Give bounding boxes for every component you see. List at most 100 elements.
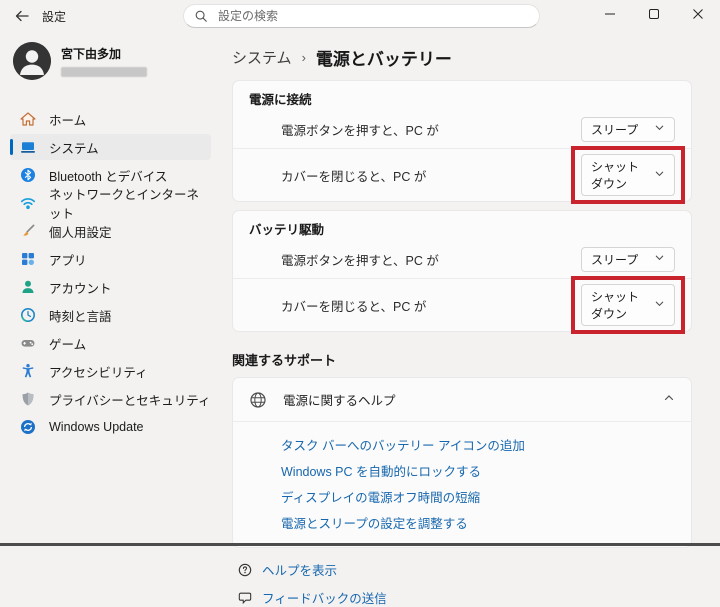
sidebar-item-label: Windows Update: [49, 420, 144, 434]
power-help-expander[interactable]: 電源に関するヘルプ: [233, 378, 691, 421]
sidebar-item-label: ホーム: [49, 110, 86, 129]
red-highlight-box: シャットダウン: [571, 276, 685, 334]
power-button-row-battery: 電源ボタンを押すと、PC が スリープ: [233, 240, 691, 278]
plugged-in-title: 電源に接続: [233, 81, 691, 110]
link-auto-lock-pc[interactable]: Windows PC を自動的にロックする: [281, 457, 675, 483]
sidebar-item-label: 時刻と言語: [49, 306, 112, 325]
system-icon: [20, 139, 36, 155]
get-help-icon: [238, 563, 252, 577]
accessibility-icon: [20, 363, 36, 379]
search-icon: [194, 9, 208, 23]
row-label: カバーを閉じると、PC が: [281, 296, 426, 315]
send-feedback-link[interactable]: フィードバックの送信: [262, 588, 387, 607]
lid-close-action-dropdown-battery[interactable]: シャットダウン: [581, 284, 675, 326]
chevron-down-icon: [654, 298, 665, 312]
sidebar-item-accessibility[interactable]: アクセシビリティ: [10, 358, 211, 384]
dropdown-value: シャットダウン: [591, 158, 644, 192]
feedback-icon: [238, 591, 252, 605]
page-footer: ヘルプを表示 フィードバックの送信: [232, 560, 692, 607]
on-battery-card: バッテリ駆動 電源ボタンを押すと、PC が スリープ カバーを閉じると、PC が…: [232, 210, 692, 332]
personalization-icon: [20, 223, 36, 239]
network-icon: [20, 195, 36, 211]
maximize-button[interactable]: [632, 0, 676, 32]
titlebar: 設定: [0, 0, 720, 32]
on-battery-title: バッテリ駆動: [233, 211, 691, 240]
sidebar: 宮下由多加 ホーム システム Bluetooth とデバイス ネットワークとイン…: [0, 32, 221, 546]
sidebar-item-label: 個人用設定: [49, 222, 112, 241]
get-help-link[interactable]: ヘルプを表示: [262, 560, 337, 579]
breadcrumb: システム › 電源とバッテリー: [232, 46, 720, 68]
bluetooth-icon: [20, 167, 36, 183]
settings-content: 電源に接続 電源ボタンを押すと、PC が スリープ カバーを閉じると、PC が …: [232, 80, 692, 607]
get-help-row: ヘルプを表示: [238, 560, 692, 579]
sidebar-item-personalization[interactable]: 個人用設定: [10, 218, 211, 244]
back-button[interactable]: [8, 4, 36, 28]
link-shorten-display-off[interactable]: ディスプレイの電源オフ時間の短縮: [281, 483, 675, 509]
search-input[interactable]: [216, 8, 529, 24]
red-highlight-box: シャットダウン: [571, 146, 685, 204]
lid-close-row-battery: カバーを閉じると、PC が シャットダウン: [233, 278, 691, 331]
close-button[interactable]: [676, 0, 720, 32]
sidebar-item-privacy-security[interactable]: プライバシーとセキュリティ: [10, 386, 211, 412]
support-links: タスク バーへのバッテリー アイコンの追加 Windows PC を自動的にロッ…: [233, 421, 691, 547]
lid-close-row: カバーを閉じると、PC が シャットダウン: [233, 148, 691, 201]
gaming-icon: [20, 335, 36, 351]
sidebar-item-gaming[interactable]: ゲーム: [10, 330, 211, 356]
sidebar-item-system[interactable]: システム: [10, 134, 211, 160]
minimize-icon: [604, 7, 616, 25]
sidebar-item-label: ゲーム: [49, 334, 86, 353]
sidebar-item-home[interactable]: ホーム: [10, 106, 211, 132]
chevron-down-icon: [654, 122, 665, 136]
page-title: 電源とバッテリー: [316, 45, 452, 70]
sidebar-item-windows-update[interactable]: Windows Update: [10, 414, 211, 440]
sidebar-item-time-language[interactable]: 時刻と言語: [10, 302, 211, 328]
row-label: 電源ボタンを押すと、PC が: [281, 250, 439, 269]
related-support-card: 電源に関するヘルプ タスク バーへのバッテリー アイコンの追加 Windows …: [232, 377, 692, 548]
profile-block[interactable]: 宮下由多加: [13, 42, 221, 80]
search-box[interactable]: [183, 4, 540, 28]
chevron-down-icon: [654, 168, 665, 182]
dropdown-value: シャットダウン: [591, 288, 644, 322]
main-pane: システム › 電源とバッテリー 電源に接続 電源ボタンを押すと、PC が スリー…: [221, 32, 720, 546]
sidebar-item-label: Bluetooth とデバイス: [49, 166, 167, 185]
sidebar-item-accounts[interactable]: アカウント: [10, 274, 211, 300]
sidebar-item-label: システム: [49, 138, 99, 157]
sidebar-nav: ホーム システム Bluetooth とデバイス ネットワークとインターネット …: [0, 106, 221, 440]
home-icon: [20, 111, 36, 127]
back-arrow-icon: [14, 8, 30, 24]
link-taskbar-battery-icon[interactable]: タスク バーへのバッテリー アイコンの追加: [281, 431, 675, 457]
chevron-down-icon: [654, 252, 665, 266]
accounts-icon: [20, 279, 36, 295]
sidebar-item-label: アカウント: [49, 278, 112, 297]
window-controls: [588, 0, 720, 32]
sidebar-item-label: ネットワークとインターネット: [49, 184, 211, 222]
avatar: [13, 42, 51, 80]
app-title: 設定: [42, 8, 66, 25]
power-button-action-dropdown-battery[interactable]: スリープ: [581, 247, 675, 272]
time-language-icon: [20, 307, 36, 323]
expander-label: 電源に関するヘルプ: [283, 390, 647, 409]
profile-name: 宮下由多加: [61, 45, 147, 62]
row-label: 電源ボタンを押すと、PC が: [281, 120, 439, 139]
lid-close-action-dropdown[interactable]: シャットダウン: [581, 154, 675, 196]
plugged-in-card: 電源に接続 電源ボタンを押すと、PC が スリープ カバーを閉じると、PC が …: [232, 80, 692, 202]
breadcrumb-parent[interactable]: システム: [232, 47, 292, 68]
sidebar-item-network-internet[interactable]: ネットワークとインターネット: [10, 190, 211, 216]
privacy-shield-icon: [20, 391, 36, 407]
sidebar-item-apps[interactable]: アプリ: [10, 246, 211, 272]
minimize-button[interactable]: [588, 0, 632, 32]
apps-icon: [20, 251, 36, 267]
sidebar-item-label: アクセシビリティ: [49, 362, 148, 381]
related-support-heading: 関連するサポート: [232, 350, 692, 369]
power-button-action-dropdown[interactable]: スリープ: [581, 117, 675, 142]
maximize-icon: [648, 7, 660, 25]
chevron-up-icon: [663, 391, 675, 409]
link-adjust-power-sleep[interactable]: 電源とスリープの設定を調整する: [281, 509, 675, 535]
close-icon: [692, 7, 704, 25]
power-button-row: 電源ボタンを押すと、PC が スリープ: [233, 110, 691, 148]
dropdown-value: スリープ: [591, 121, 638, 138]
sidebar-item-label: アプリ: [49, 250, 87, 269]
globe-help-icon: [249, 391, 267, 409]
breadcrumb-separator-icon: ›: [302, 50, 306, 65]
dropdown-value: スリープ: [591, 251, 638, 268]
